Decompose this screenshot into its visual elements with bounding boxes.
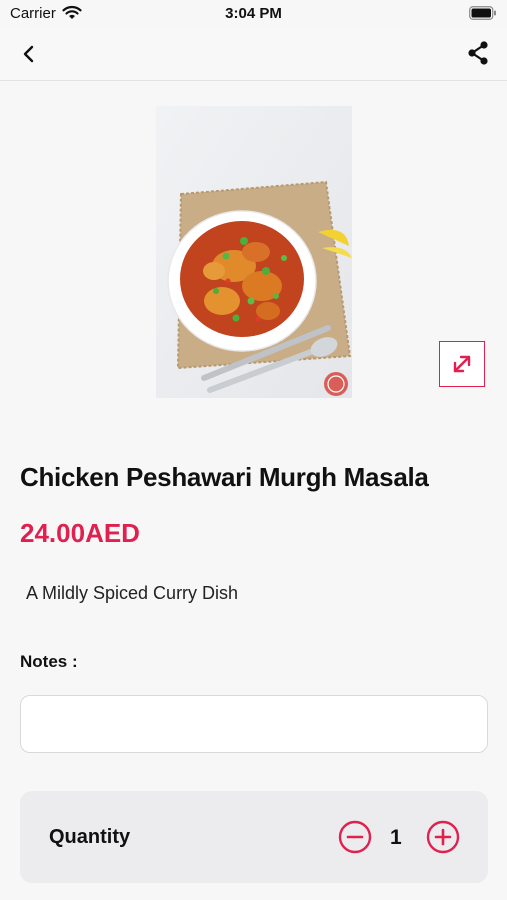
chevron-left-icon [23, 45, 34, 63]
status-bar: Carrier 3:04 PM [0, 0, 507, 28]
nav-bar [0, 28, 507, 81]
notes-label: Notes : [20, 652, 78, 671]
decrease-quantity-button[interactable] [338, 820, 372, 854]
quantity-card: Quantity 1 [20, 791, 488, 883]
expand-image-button[interactable] [439, 341, 485, 387]
notes-input[interactable] [20, 695, 488, 753]
battery-icon [469, 6, 496, 20]
back-button[interactable] [14, 40, 44, 68]
increase-quantity-button[interactable] [426, 820, 460, 854]
product-description: A Mildly Spiced Curry Dish [26, 583, 239, 603]
product-price: 24.00AED [20, 518, 140, 548]
quantity-value: 1 [390, 826, 402, 849]
expand-arrows-icon [453, 355, 471, 373]
share-button[interactable] [463, 38, 493, 68]
minus-circle-icon [338, 820, 372, 854]
share-icon [468, 41, 488, 65]
curry-dish-photo [156, 106, 352, 398]
plus-circle-icon [426, 820, 460, 854]
quantity-label: Quantity [49, 826, 131, 848]
product-image[interactable] [156, 106, 352, 398]
clock: 3:04 PM [225, 5, 282, 22]
product-title: Chicken Peshawari Murgh Masala [20, 462, 429, 492]
